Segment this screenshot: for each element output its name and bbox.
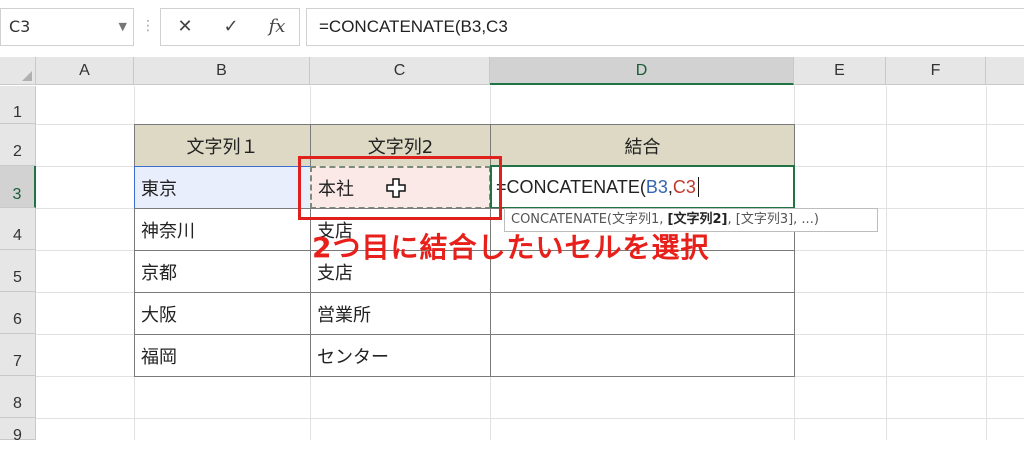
tooltip-arg1: 文字列1, [612,212,668,227]
gridline [36,418,1024,419]
table-cell[interactable]: 東京 [134,166,311,209]
tooltip-func: CONCATENATE( [511,212,612,227]
select-all-corner[interactable] [0,57,36,85]
row-header-9[interactable]: 9 [0,418,36,444]
table-cell[interactable]: 営業所 [310,292,491,335]
tooltip-rest: , [文字列3], ...) [727,212,819,227]
table-cell[interactable]: 神奈川 [134,208,311,251]
formula-input[interactable]: =CONCATENATE(B3,C3 [306,8,1024,46]
column-header-c[interactable]: C [310,57,490,85]
column-header-b[interactable]: B [134,57,310,85]
reference-b3: B3 [645,176,668,197]
reference-c3: C3 [672,176,696,197]
column-header-e[interactable]: E [794,57,886,85]
cell-select-cursor-icon [386,178,406,198]
table-cell[interactable] [490,292,795,335]
row-header-5[interactable]: 5 [0,250,36,292]
row-header-8[interactable]: 8 [0,376,36,418]
gridline [886,86,887,440]
column-header-f[interactable]: F [886,57,986,85]
column-header-d[interactable]: D [490,57,794,85]
text-cursor [697,177,699,197]
chevron-down-icon[interactable]: ▼ [119,9,127,45]
enter-icon[interactable]: ✓ [211,9,251,45]
table-cell[interactable]: 大阪 [134,292,311,335]
cancel-icon[interactable]: ✕ [165,9,205,45]
formula-text: =CONCATENATE( [496,176,646,197]
name-box-value: C3 [9,17,31,36]
gridline [986,86,987,440]
row-header-3[interactable]: 3 [0,166,36,208]
row-header-2[interactable]: 2 [0,124,36,166]
tooltip-current-arg: [文字列2] [667,212,728,227]
row-header-6[interactable]: 6 [0,292,36,334]
formula-buttons: ✕ ✓ fx [160,8,300,46]
column-header-g[interactable] [986,57,1024,85]
row-header-1[interactable]: 1 [0,86,36,124]
active-cell-editor[interactable]: =CONCATENATE(B3, C3 [490,165,795,209]
drag-handle-icon[interactable]: ⋮ [141,8,155,46]
row-header-7[interactable]: 7 [0,334,36,376]
table-cell[interactable]: 福岡 [134,334,311,377]
row-header-4[interactable]: 4 [0,208,36,250]
table-cell[interactable] [490,334,795,377]
name-box[interactable]: C3 ▼ [0,8,134,46]
insert-function-icon[interactable]: fx [257,9,297,45]
table-header-cell[interactable]: 文字列１ [134,124,311,167]
table-cell[interactable]: センター [310,334,491,377]
table-header-cell[interactable]: 結合 [490,124,795,167]
column-header-a[interactable]: A [36,57,134,85]
annotation-callout: 2つ目に結合したいセルを選択 [312,231,710,264]
table-cell[interactable]: 京都 [134,250,311,293]
